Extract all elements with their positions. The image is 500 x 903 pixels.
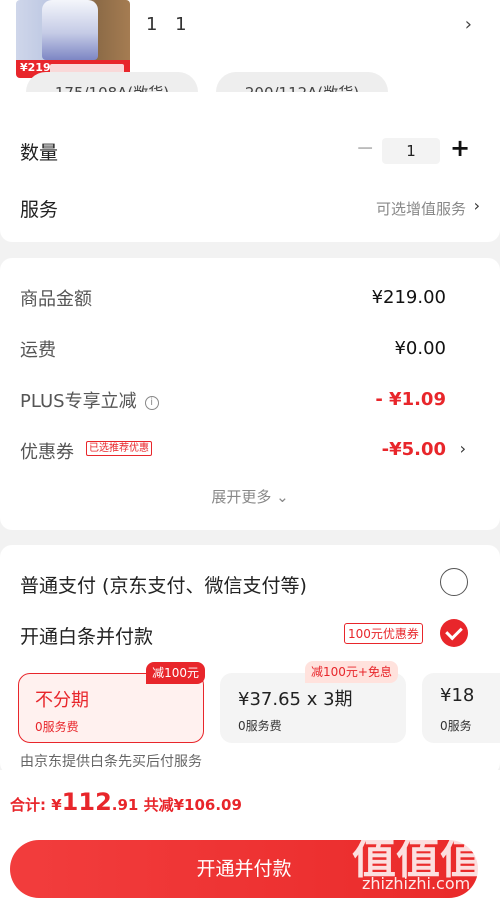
coupon-recommended-tag: 已选推荐优惠 [86,441,152,456]
installment-ribbon: 减100元 [146,662,205,684]
payment-method-card: 普通支付 (京东支付、微信支付等) 开通白条并付款 100元优惠券 减100元 … [0,545,500,775]
minus-icon[interactable]: − [356,136,374,161]
product-quantity-summary: 1 1 [146,14,193,35]
installment-fee: 0服务费 [238,719,282,733]
chevron-right-icon[interactable]: › [465,14,472,35]
watermark-site: zhizhizhi.com [362,874,471,893]
baitiao-payment-radio[interactable] [440,619,468,647]
goods-amount-label: 商品金额 [20,289,92,310]
info-icon[interactable]: i [144,396,159,410]
baitiao-coupon-tag: 100元优惠券 [344,623,423,644]
coupon-value[interactable]: -¥5.00 [382,439,446,460]
expand-more-button[interactable]: 展开更多 ⌄ [0,486,500,507]
total-decimal: .91 [111,796,139,814]
chevron-right-icon[interactable]: › [474,196,480,215]
normal-payment-radio[interactable] [440,568,468,596]
order-options-card [0,92,500,242]
plus-icon[interactable]: + [450,134,470,162]
service-value[interactable]: 可选增值服务 [376,198,466,219]
installment-ribbon: 减100元+免息 [305,661,398,683]
plus-discount-row[interactable]: PLUS专享立减 i [20,387,159,413]
order-total: 合计: ¥112.91 共减¥106.09 [10,788,242,816]
jacket-image [42,0,98,60]
total-integer: 112 [61,788,112,816]
total-label: 合计: ¥ [10,796,62,814]
installment-fee: 0服务 [440,719,472,733]
baitiao-payment-label[interactable]: 开通白条并付款 [20,622,153,649]
baitiao-provider-note: 由京东提供白条先买后付服务 [20,754,202,770]
goods-amount-value: ¥219.00 [371,287,446,308]
installment-option-more[interactable]: ¥18 0服务 [422,673,500,743]
shipping-label: 运费 [20,340,56,361]
product-thumbnail[interactable]: ¥219 [16,0,130,78]
watermark: 值值值 zhizhizhi.com [352,822,492,902]
installment-title: 不分期 [35,690,89,711]
plus-discount-value: - ¥1.09 [375,389,446,410]
quantity-value[interactable]: 1 [382,138,440,164]
installment-fee: 0服务费 [35,720,79,734]
quantity-label: 数量 [20,142,59,164]
service-label: 服务 [20,199,59,221]
installment-option-3[interactable]: 减100元+免息 ¥37.65 x 3期 0服务费 [220,661,406,743]
installment-option-none[interactable]: 减100元 不分期 0服务费 [18,662,205,743]
installment-title: ¥37.65 x 3期 [238,689,353,710]
price-summary-card: 商品金额 ¥219.00 运费 ¥0.00 PLUS专享立减 i - ¥1.09 … [0,258,500,530]
plus-discount-label: PLUS专享立减 [20,391,137,412]
shipping-value: ¥0.00 [394,338,446,359]
coupon-label: 优惠券 [20,442,74,463]
chevron-right-icon[interactable]: › [460,439,466,458]
quantity-stepper[interactable]: − 1 + [350,134,470,166]
chevron-down-icon: ⌄ [276,488,289,506]
normal-payment-label[interactable]: 普通支付 (京东支付、微信支付等) [20,571,307,598]
expand-more-label: 展开更多 [211,488,272,506]
total-saved: 共减¥106.09 [143,796,242,814]
installment-title: ¥18 [440,685,475,706]
